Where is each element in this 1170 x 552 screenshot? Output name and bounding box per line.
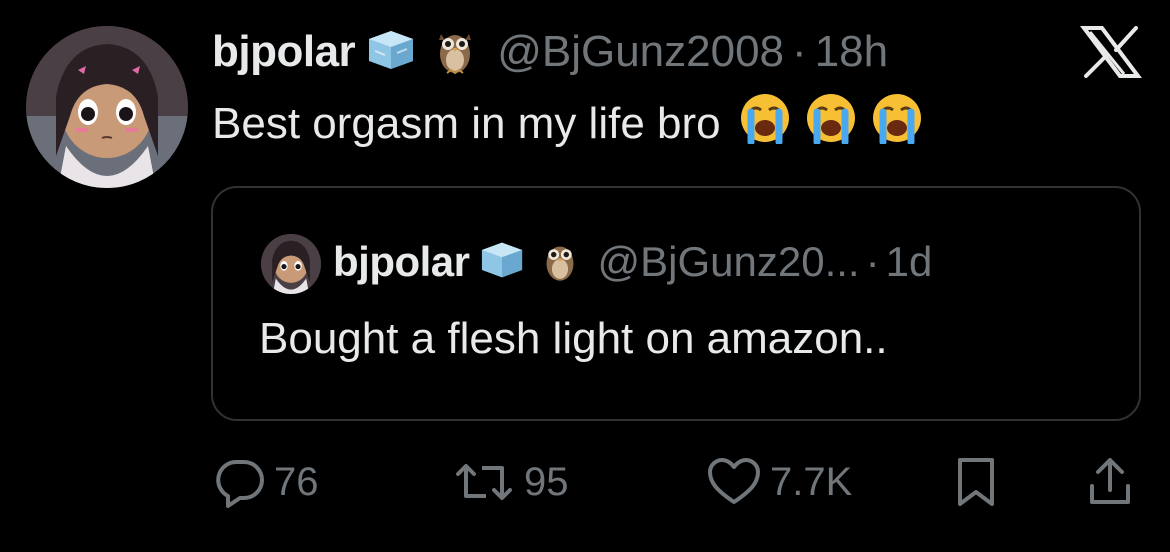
tweet-header: bjpolar @BjGunz2008 · 18h — [212, 22, 888, 82]
action-bar: 76 95 7.7K — [212, 452, 1142, 512]
timestamp[interactable]: 18h — [815, 27, 888, 77]
reply-button[interactable]: 76 — [214, 452, 319, 512]
reply-count: 76 — [274, 459, 319, 504]
loudly-crying-face-icon — [805, 92, 857, 155]
loudly-crying-face-icon — [739, 92, 791, 155]
quoted-header: bjpolar @BjGunz20... · 1d — [333, 230, 932, 294]
quoted-timestamp[interactable]: 1d — [886, 238, 933, 286]
anime-avatar-image — [26, 26, 188, 188]
quoted-tweet-text: Bought a flesh light on amazon.. — [259, 314, 888, 363]
handle[interactable]: @BjGunz2008 — [497, 27, 784, 77]
avatar[interactable] — [26, 26, 188, 188]
tweet-text: Best orgasm in my life bro — [212, 92, 923, 155]
owl-icon — [542, 236, 578, 289]
repost-icon — [456, 464, 512, 500]
separator-dot: · — [792, 27, 807, 76]
reply-icon — [216, 460, 264, 508]
quoted-avatar[interactable] — [261, 234, 321, 294]
like-button[interactable]: 7.7K — [706, 452, 852, 512]
heart-icon — [708, 458, 760, 504]
like-count: 7.7K — [770, 459, 853, 504]
repost-count: 95 — [524, 459, 569, 504]
display-name[interactable]: bjpolar — [212, 27, 356, 77]
quoted-tweet[interactable]: bjpolar @BjGunz20... · 1d Bought a flesh… — [211, 186, 1141, 421]
bookmark-icon — [958, 458, 994, 506]
owl-icon — [435, 24, 475, 81]
loudly-crying-face-icon — [871, 92, 923, 155]
repost-button[interactable]: 95 — [452, 452, 569, 512]
x-logo-icon[interactable] — [1080, 26, 1142, 83]
separator-dot: · — [865, 238, 880, 285]
tweet-body: Best orgasm in my life bro — [212, 98, 721, 148]
quoted-handle[interactable]: @BjGunz20... — [598, 238, 860, 286]
anime-avatar-image — [261, 234, 321, 294]
ice-cube-icon — [478, 239, 526, 286]
ice-cube-icon — [365, 27, 417, 78]
share-button[interactable] — [1086, 452, 1134, 512]
quoted-display-name[interactable]: bjpolar — [333, 238, 470, 286]
share-icon — [1090, 458, 1130, 504]
bookmark-button[interactable] — [954, 452, 998, 512]
